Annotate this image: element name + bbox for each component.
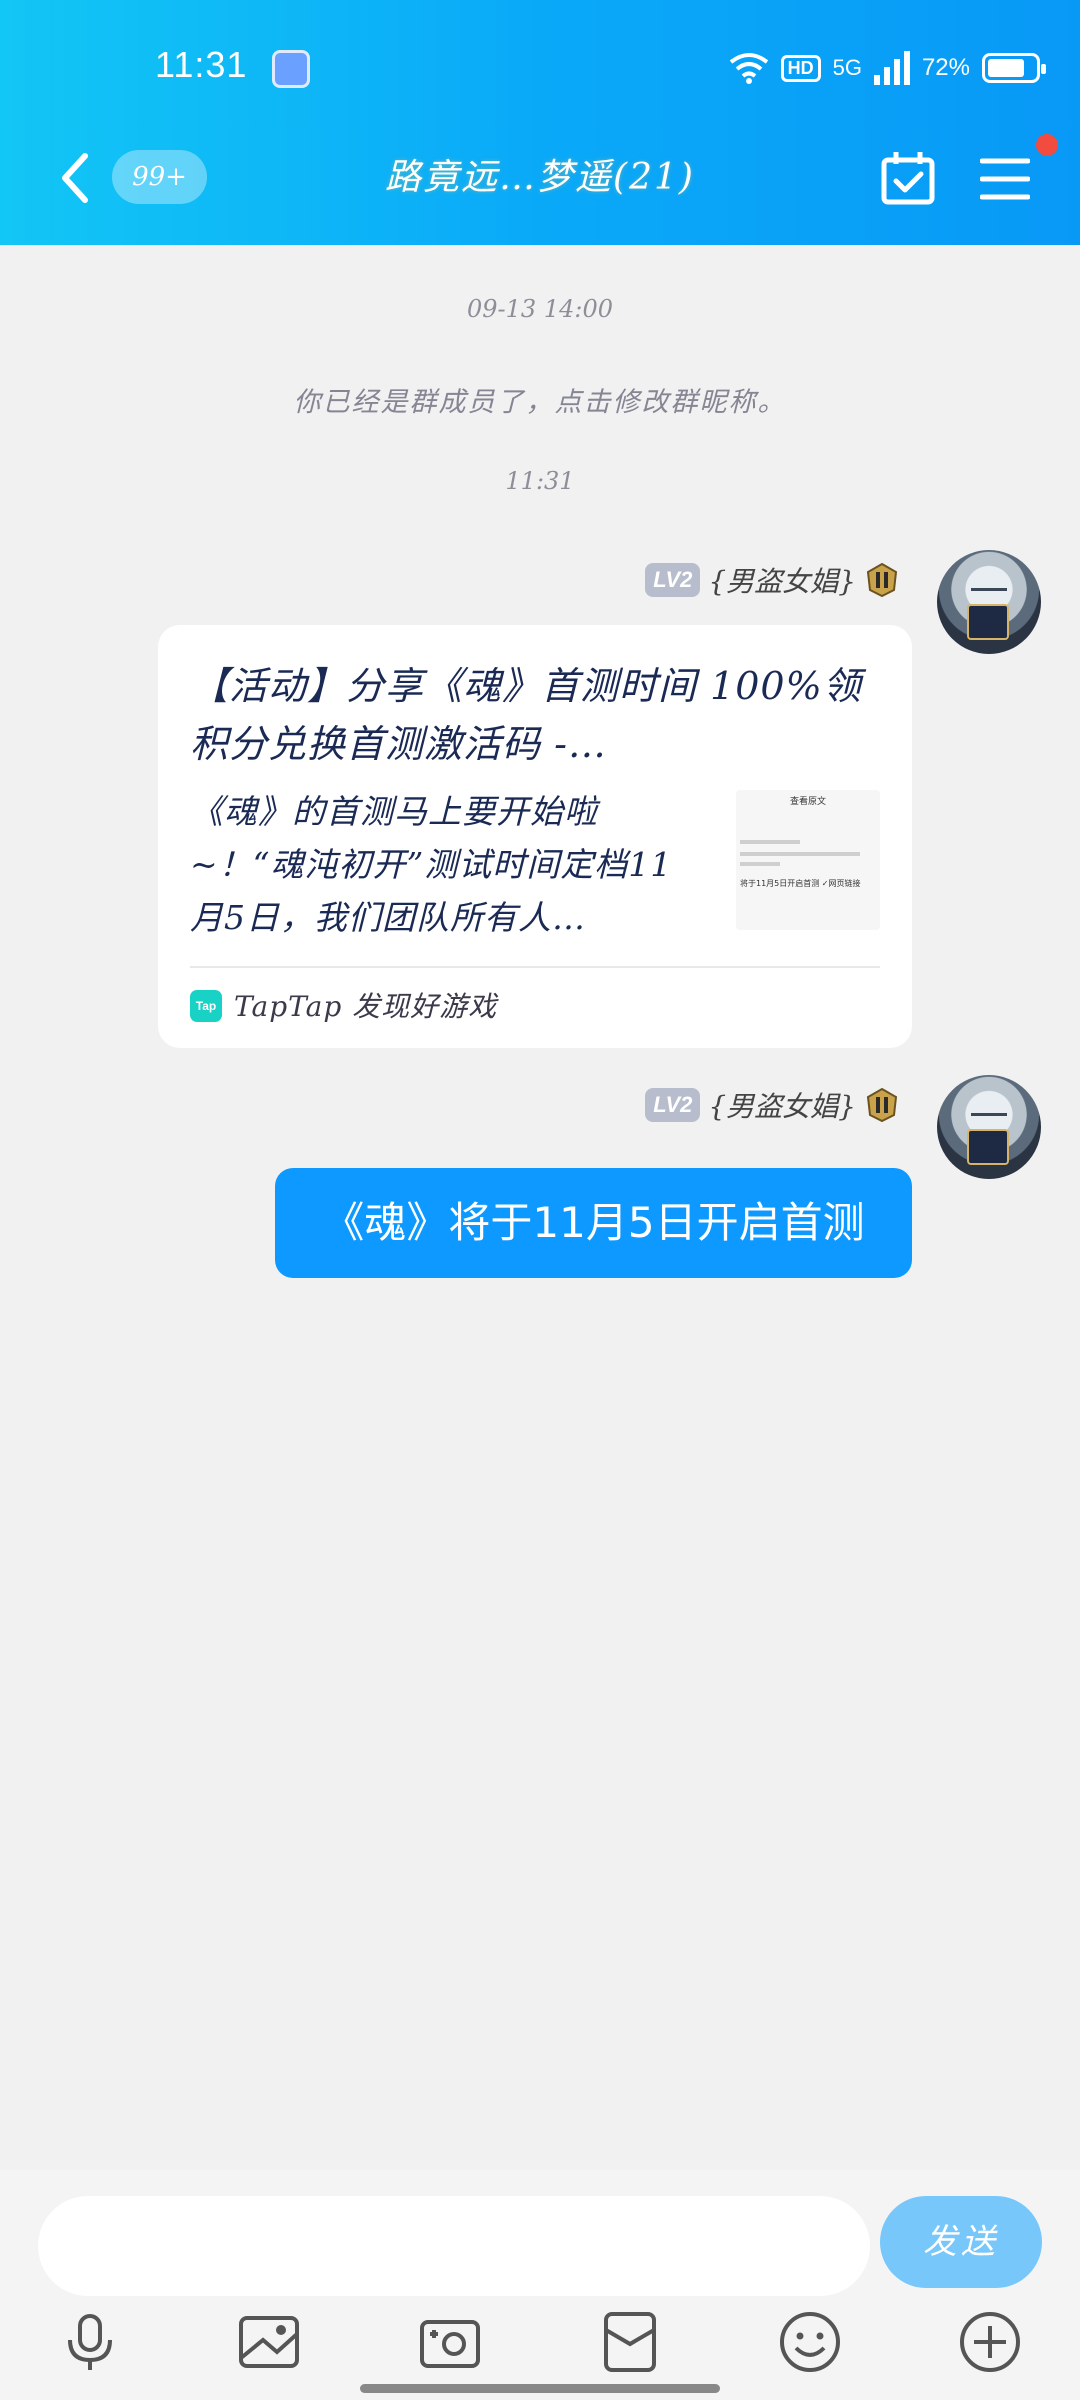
group-title[interactable]: 路竟远…梦遥(21) — [300, 150, 780, 206]
avatar[interactable] — [937, 550, 1041, 654]
send-button[interactable]: 发送 — [880, 2196, 1042, 2288]
thumbnail-title: 查看原文 — [789, 797, 826, 807]
calendar-check-icon[interactable] — [880, 150, 936, 206]
status-bar: 11:31 HD 5G 72% — [0, 0, 1080, 136]
back-icon[interactable] — [55, 150, 95, 206]
level-badge: LV2 — [645, 563, 701, 597]
image-icon[interactable] — [237, 2310, 301, 2374]
system-notice[interactable]: 你已经是群成员了，点击修改群昵称。 — [0, 380, 1080, 419]
shared-link-card[interactable]: 【活动】分享《魂》首测时间 100%领积分兑换首测激活码 -… 《魂》的首测马上… — [158, 625, 912, 1048]
sender-info: LV2 {男盗女娼} — [645, 560, 900, 600]
battery-percent: 72% — [921, 54, 970, 81]
microphone-icon[interactable] — [58, 2310, 122, 2374]
timestamp: 09-13 14:00 — [467, 295, 613, 323]
home-indicator[interactable] — [360, 2384, 720, 2393]
card-source: TapTap 发现好游戏 — [234, 990, 498, 1023]
camera-icon[interactable] — [418, 2310, 482, 2374]
menu-icon[interactable] — [980, 156, 1030, 202]
rank-badge-icon — [866, 1087, 898, 1123]
avatar[interactable] — [937, 1075, 1041, 1179]
timestamp: 11:31 — [505, 467, 575, 495]
hd-badge: HD — [780, 54, 821, 82]
unread-count-badge[interactable]: 99+ — [112, 150, 207, 204]
plus-icon[interactable] — [958, 2310, 1022, 2374]
taptap-logo: Tap — [190, 990, 222, 1022]
status-icons: HD 5G 72% — [729, 46, 1046, 90]
card-divider — [190, 966, 880, 968]
chat-area[interactable]: 09-13 14:00 你已经是群成员了，点击修改群昵称。 11:31 LV2 … — [0, 245, 1080, 2170]
message-bubble[interactable]: 《魂》将于11月5日开启首测 — [275, 1168, 912, 1278]
chat-header: 11:31 HD 5G 72% 99+ 路竟远…梦遥(21) — [0, 0, 1080, 245]
card-description: 《魂》的首测马上要开始啦~！“魂沌初开”测试时间定档11月5日，我们团队所有人… — [190, 792, 673, 937]
app-notification-icon — [272, 50, 310, 88]
sender-name[interactable]: {男盗女娼} — [708, 560, 856, 600]
network-type: 5G — [832, 55, 862, 80]
rank-badge-icon — [866, 562, 898, 598]
message-input[interactable] — [38, 2196, 870, 2296]
card-title: 【活动】分享《魂》首测时间 100%领积分兑换首测激活码 -… — [190, 664, 862, 766]
emoji-icon[interactable] — [778, 2310, 842, 2374]
sender-info: LV2 {男盗女娼} — [645, 1085, 900, 1125]
wifi-icon — [729, 53, 768, 84]
notification-dot — [1036, 134, 1058, 156]
sender-name[interactable]: {男盗女娼} — [708, 1085, 856, 1125]
battery-icon — [982, 53, 1046, 83]
thumbnail-text: 将于11月5日开启首测 ✓网页链接 — [740, 879, 861, 888]
red-packet-icon[interactable] — [598, 2310, 662, 2374]
status-time: 11:31 — [155, 44, 248, 85]
card-thumbnail: 查看原文 将于11月5日开启首测 ✓网页链接 — [736, 790, 880, 930]
level-badge: LV2 — [645, 1088, 701, 1122]
signal-icon — [873, 51, 910, 85]
input-bar: 发送 — [0, 2170, 1080, 2400]
